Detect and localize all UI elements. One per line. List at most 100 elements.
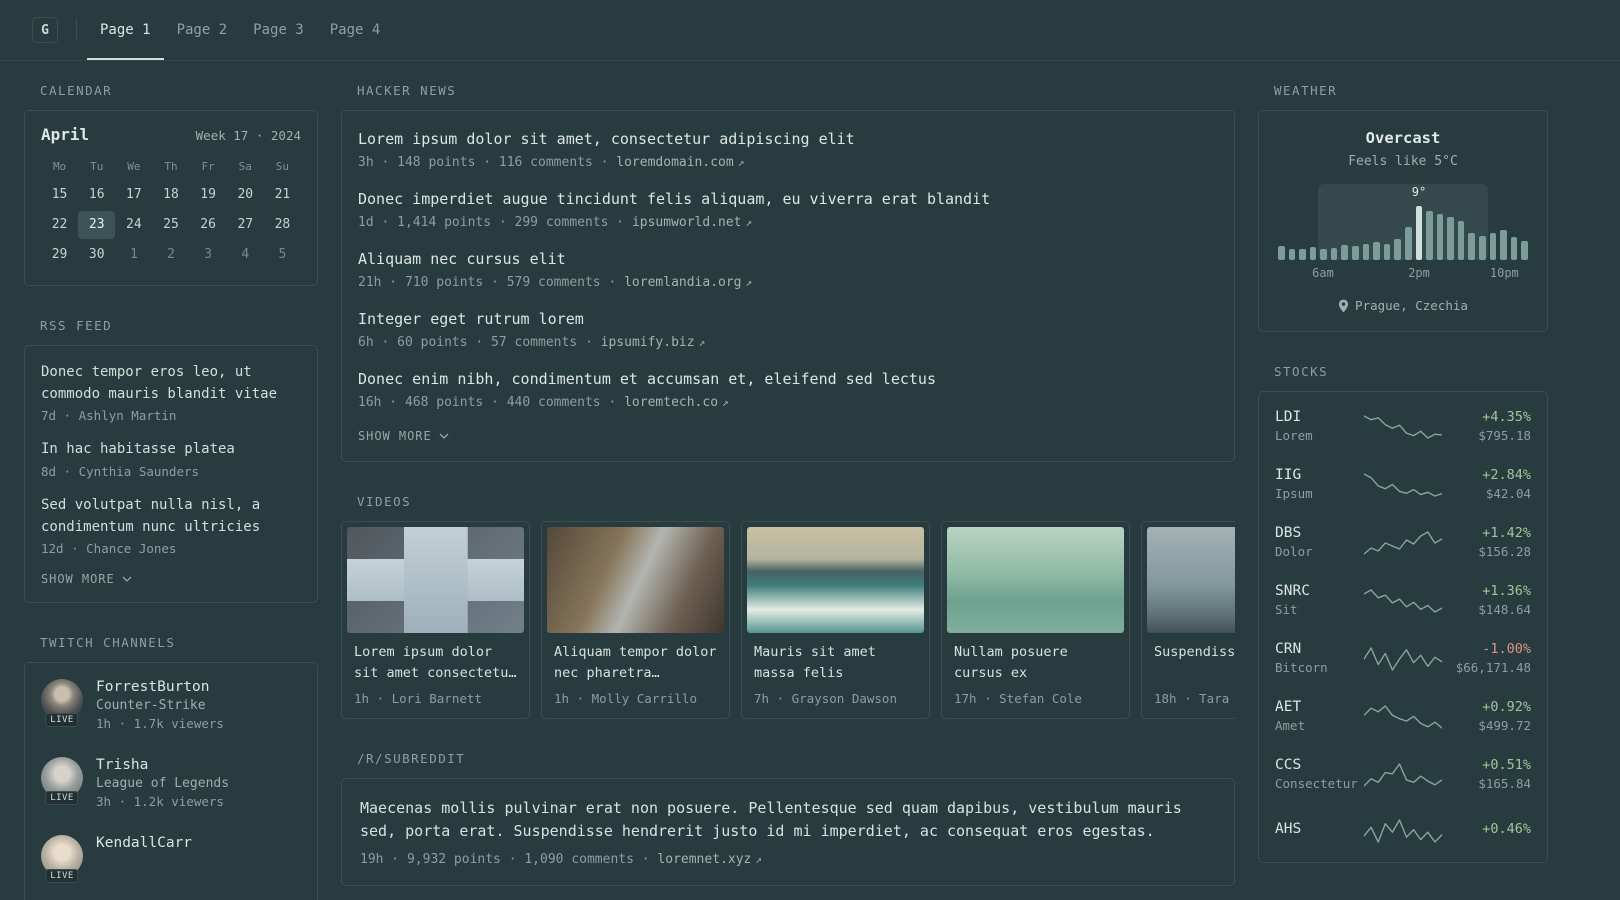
hackernews-item-domain[interactable]: ipsumify.biz ↗ (601, 335, 706, 350)
channel-name[interactable]: KendallCarr (96, 835, 192, 851)
weather-bar (1373, 242, 1380, 260)
stock-row[interactable]: IIG Ipsum +2.84% $42.04 (1259, 455, 1547, 513)
domain-label: loremlandia.org (624, 275, 742, 290)
stock-values: +2.84% $42.04 (1443, 467, 1531, 501)
hackernews-show-more-button[interactable]: SHOW MORE (358, 429, 1218, 443)
stock-symbol: CRN (1275, 641, 1302, 657)
video-title[interactable]: Lorem ipsum dolor sit amet consectetu… (354, 642, 517, 684)
app-logo[interactable]: G (32, 17, 58, 43)
hackernews-item: Lorem ipsum dolor sit amet, consectetur … (358, 129, 1218, 170)
middle-column: HACKER NEWS Lorem ipsum dolor sit amet, … (341, 83, 1235, 900)
weather-bar (1383, 244, 1391, 260)
weather-time-label: 6am (1312, 266, 1334, 280)
rss-item-title[interactable]: Donec tempor eros leo, ut commodo mauris… (41, 362, 301, 405)
hackernews-item-title[interactable]: Donec imperdiet augue tincidunt felis al… (358, 189, 1218, 210)
twitch-channel-row[interactable]: LIVE Trisha League of Legends 3h · 1.2k … (41, 757, 301, 815)
hackernews-item-domain[interactable]: loremlandia.org ↗ (624, 275, 752, 290)
page-tab[interactable]: Page 2 (164, 0, 241, 60)
video-card[interactable]: Nullam posuere cursus ex 17h · Stefan Co… (941, 521, 1130, 719)
stock-sparkline (1364, 763, 1442, 787)
page-tab[interactable]: Page 1 (87, 0, 164, 60)
left-column: CALENDAR April Week 17 · 2024 Mo Tu We Th Fr… (24, 83, 318, 900)
video-meta: 17h · Stefan Cole (954, 691, 1082, 706)
video-thumbnail[interactable] (947, 527, 1124, 633)
calendar-day: 3 (204, 247, 213, 262)
stock-price: $795.18 (1478, 428, 1531, 443)
stock-name: Ipsum (1275, 486, 1313, 501)
hackernews-item-domain[interactable]: loremtech.co ↗ (624, 395, 729, 410)
rss-item-title[interactable]: In hac habitasse platea (41, 439, 301, 461)
video-title[interactable]: Nullam posuere cursus ex (954, 642, 1117, 684)
video-card[interactable]: Suspendisse diam 18h · Tara (1141, 521, 1235, 719)
rss-widget-title: RSS FEED (40, 318, 113, 333)
hackernews-item-title[interactable]: Integer eget rutrum lorem (358, 309, 1218, 330)
stock-change: +4.35% (1482, 409, 1531, 425)
video-card[interactable]: Mauris sit amet massa felis 7h · Grayson… (741, 521, 930, 719)
domain-label: ipsumify.biz (600, 335, 695, 350)
hackernews-item-stats: 1d · 1,414 points · 299 comments · (358, 215, 625, 230)
rss-card: Donec tempor eros leo, ut commodo mauris… (24, 345, 318, 604)
page-tab[interactable]: Page 4 (317, 0, 394, 60)
videos-row: Lorem ipsum dolor sit amet consectetu… 1… (341, 521, 1235, 719)
hackernews-item-meta: 3h · 148 points · 116 comments · loremdo… (358, 155, 1218, 170)
subreddit-post-meta: 19h · 9,932 points · 1,090 comments · lo… (360, 852, 1216, 867)
weather-bar (1436, 214, 1444, 260)
hackernews-item-domain[interactable]: ipsumworld.net ↗ (632, 215, 752, 230)
page-tab[interactable]: Page 3 (240, 0, 317, 60)
channel-avatar: LIVE (41, 679, 83, 728)
rss-show-more-button[interactable]: SHOW MORE (41, 572, 301, 586)
video-title[interactable]: Suspendisse diam (1154, 642, 1235, 684)
stock-price: $165.84 (1478, 776, 1531, 791)
hackernews-item-domain[interactable]: loremdomain.com ↗ (616, 155, 744, 170)
twitch-card: LIVE ForrestBurton Counter-Strike 1h · 1… (24, 662, 318, 900)
hackernews-item: Donec enim nibh, condimentum et accumsan… (358, 369, 1218, 410)
stock-row[interactable]: CRN Bitcorn -1.00% $66,171.48 (1259, 629, 1547, 687)
video-title[interactable]: Mauris sit amet massa felis (754, 642, 917, 684)
subreddit-post-text[interactable]: Maecenas mollis pulvinar erat non posuer… (360, 797, 1216, 844)
stock-row[interactable]: DBS Dolor +1.42% $156.28 (1259, 513, 1547, 571)
stock-row[interactable]: LDI Lorem +4.35% $795.18 (1259, 397, 1547, 455)
calendar-day: 15 (51, 187, 68, 202)
stock-row[interactable]: SNRC Sit +1.36% $148.64 (1259, 571, 1547, 629)
twitch-widget-title: TWITCH CHANNELS (40, 635, 176, 651)
live-badge: LIVE (45, 869, 79, 884)
rss-item-title[interactable]: Sed volutpat nulla nisl, a condimentum n… (41, 495, 301, 538)
video-card[interactable]: Lorem ipsum dolor sit amet consectetu… 1… (341, 521, 530, 719)
stock-symbol: DBS (1275, 525, 1302, 541)
calendar-day: 2 (167, 247, 175, 262)
video-thumbnail[interactable] (347, 527, 524, 633)
stock-row[interactable]: AET Amet +0.92% $499.72 (1259, 687, 1547, 745)
stock-row[interactable]: CCS Consectetur +0.51% $165.84 (1259, 745, 1547, 803)
stock-symbol: IIG (1275, 467, 1302, 483)
twitch-channel-row[interactable]: LIVE KendallCarr (41, 835, 301, 893)
stock-sparkline (1364, 647, 1442, 671)
channel-name[interactable]: Trisha (96, 757, 229, 773)
calendar-day: 22 (51, 217, 68, 232)
hackernews-item-title[interactable]: Donec enim nibh, condimentum et accumsan… (358, 369, 1218, 390)
hackernews-item-title[interactable]: Aliquam nec cursus elit (358, 249, 1218, 270)
channel-game: League of Legends (96, 776, 230, 792)
channel-name[interactable]: ForrestBurton (96, 679, 224, 695)
weekday-label: Su (275, 160, 290, 173)
video-card[interactable]: Aliquam tempor dolor nec pharetra… 1h · … (541, 521, 730, 719)
video-thumbnail[interactable] (747, 527, 924, 633)
external-link-icon: ↗ (737, 156, 745, 169)
stock-row[interactable]: AHS +0.46% (1259, 803, 1547, 857)
twitch-channel-row[interactable]: LIVE ForrestBurton Counter-Strike 1h · 1… (41, 679, 301, 737)
stock-change: -1.00% (1482, 641, 1531, 657)
video-thumbnail[interactable] (1147, 527, 1235, 633)
calendar-day: 26 (200, 217, 216, 232)
stock-identity: AET Amet (1275, 699, 1363, 733)
hackernews-item-meta: 1d · 1,414 points · 299 comments · ipsum… (358, 215, 1218, 230)
weather-bar (1278, 246, 1285, 260)
hackernews-item-title[interactable]: Lorem ipsum dolor sit amet, consectetur … (358, 129, 1218, 150)
stocks-widget: STOCKS LDI Lorem +4.35% $795.18 IIG Ipsu… (1258, 364, 1548, 863)
stock-sparkline (1364, 705, 1442, 729)
page-tab-label: Page 3 (253, 22, 304, 38)
video-title[interactable]: Aliquam tempor dolor nec pharetra… (554, 642, 717, 684)
subreddit-post-domain[interactable]: loremnet.xyz ↗ (657, 852, 762, 867)
stock-price: $499.72 (1478, 718, 1531, 733)
video-thumbnail[interactable] (547, 527, 724, 633)
weather-condition: Overcast (1365, 129, 1441, 147)
weather-bar (1288, 249, 1296, 260)
